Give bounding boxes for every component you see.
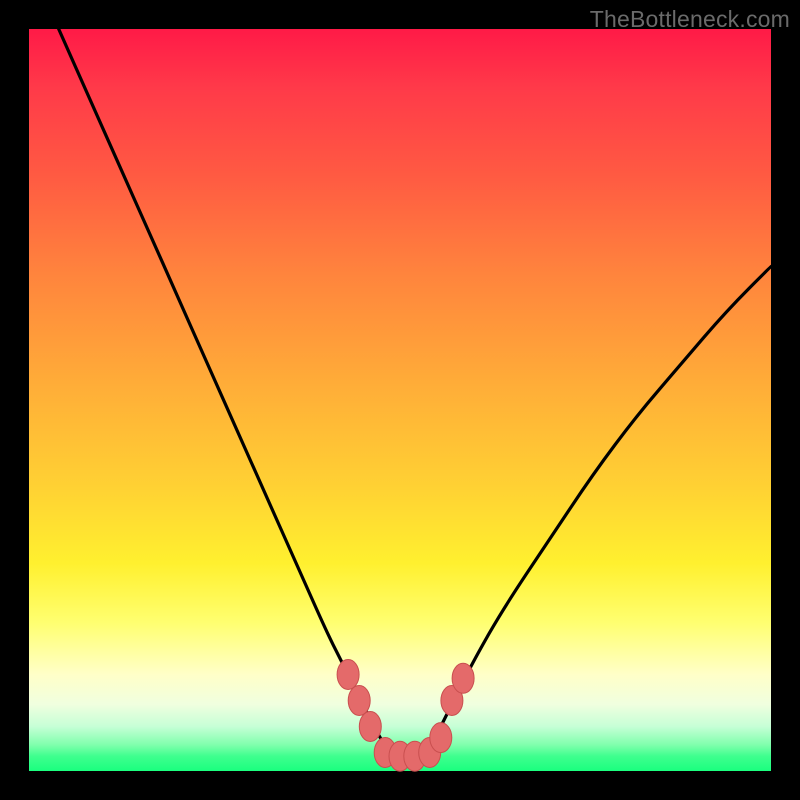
plot-area — [29, 29, 771, 771]
right-marker-2 — [452, 663, 474, 693]
chart-frame: TheBottleneck.com — [0, 0, 800, 800]
chart-svg — [29, 29, 771, 771]
left-marker-3 — [359, 712, 381, 742]
left-marker-1 — [337, 660, 359, 690]
valley-marker-5 — [430, 723, 452, 753]
bottleneck-curve — [59, 29, 771, 756]
watermark-text: TheBottleneck.com — [590, 6, 790, 33]
curve-markers — [337, 660, 474, 772]
left-marker-2 — [348, 686, 370, 716]
